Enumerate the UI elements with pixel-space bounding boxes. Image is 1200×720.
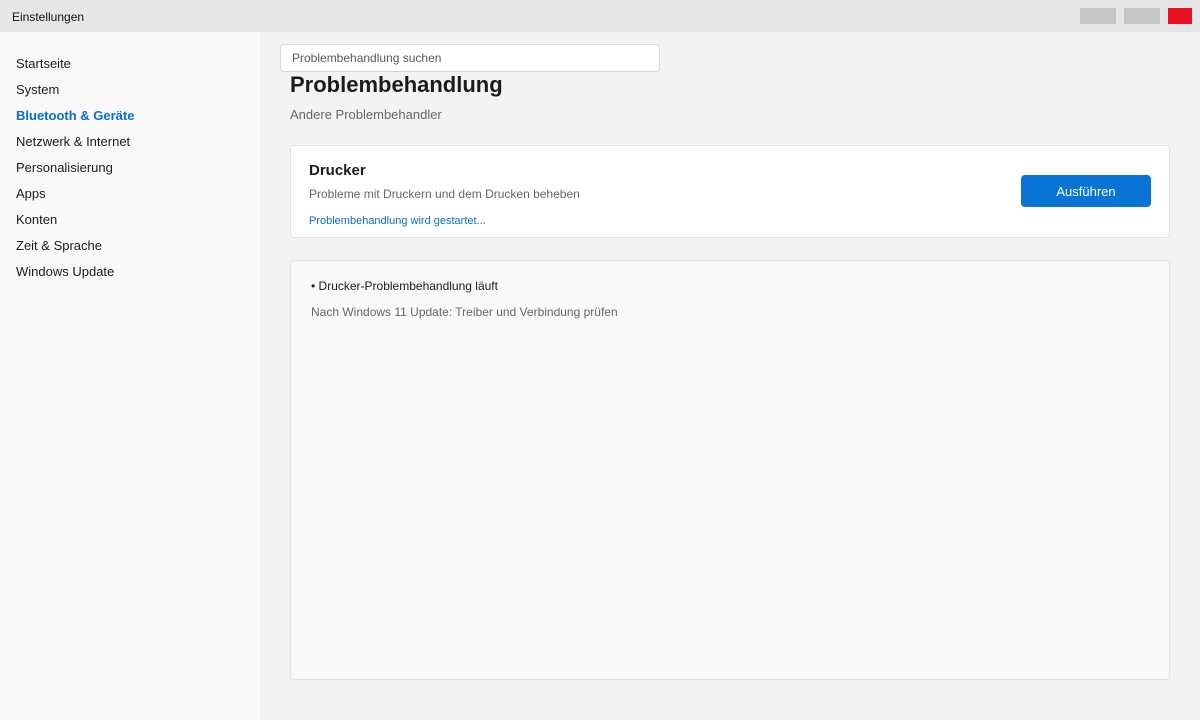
sidebar-item-personalisierung[interactable]: Personalisierung <box>16 160 113 175</box>
status-detail: Nach Windows 11 Update: Treiber und Verb… <box>311 305 618 319</box>
sidebar-item-konten[interactable]: Konten <box>16 212 57 227</box>
page-title: Problembehandlung <box>290 72 503 97</box>
sidebar-item-apps[interactable]: Apps <box>16 186 46 201</box>
sidebar-item-windows-update[interactable]: Windows Update <box>16 264 114 279</box>
sidebar-item-netzwerk-internet[interactable]: Netzwerk & Internet <box>16 134 130 149</box>
sidebar: Startseite System Bluetooth & Geräte Net… <box>0 32 260 720</box>
page-subtitle: Andere Problembehandler <box>290 107 442 122</box>
sidebar-item-startseite[interactable]: Startseite <box>16 56 71 71</box>
minimize-button[interactable] <box>1080 8 1116 24</box>
status-panel: • Drucker-Problembehandlung läuft Nach W… <box>290 260 1170 680</box>
main-content: Problembehandlung Andere Problembehandle… <box>260 32 1200 720</box>
printer-troubleshooter-card: Drucker Probleme mit Druckern und dem Dr… <box>290 145 1170 238</box>
card-title: Drucker <box>309 162 366 179</box>
window-title: Einstellungen <box>12 10 85 24</box>
close-button[interactable] <box>1168 8 1192 24</box>
sidebar-item-system[interactable]: System <box>16 82 59 97</box>
status-line: • Drucker-Problembehandlung läuft <box>311 279 498 293</box>
sidebar-item-zeit-sprache[interactable]: Zeit & Sprache <box>16 238 102 253</box>
card-description: Probleme mit Druckern und dem Drucken be… <box>309 187 580 201</box>
card-status: Problembehandlung wird gestartet... <box>309 215 486 227</box>
maximize-button[interactable] <box>1124 8 1160 24</box>
sidebar-item-bluetooth-geraete[interactable]: Bluetooth & Geräte <box>16 108 134 123</box>
title-bar: Einstellungen <box>0 0 1200 32</box>
search-input[interactable] <box>280 44 660 72</box>
run-button[interactable]: Ausführen <box>1021 175 1151 207</box>
